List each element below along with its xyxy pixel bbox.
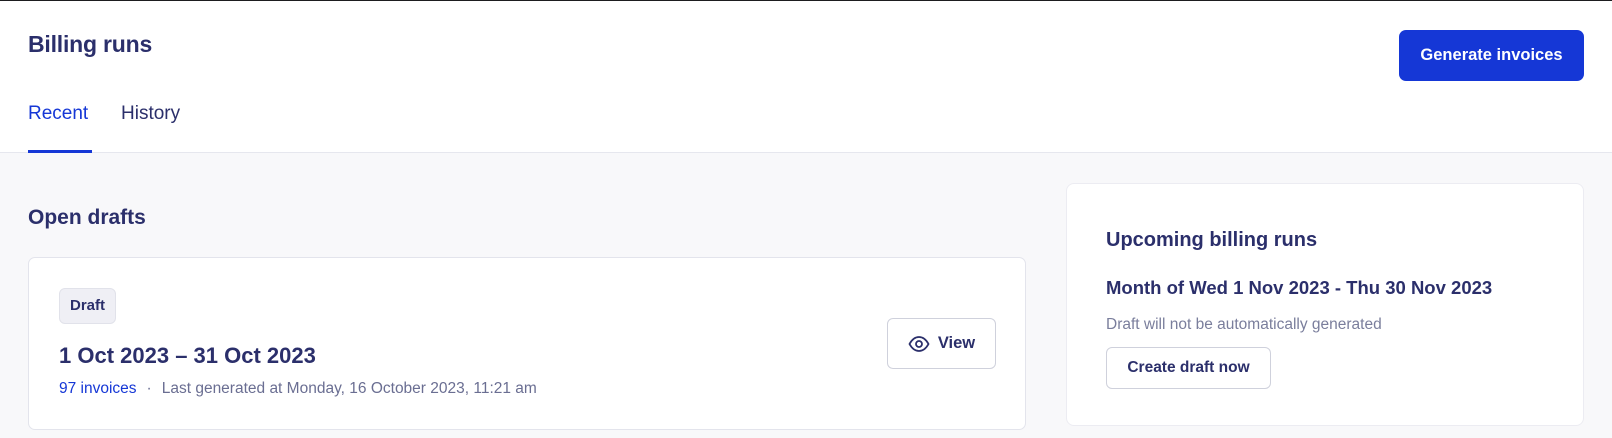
generate-invoices-button[interactable]: Generate invoices <box>1399 30 1584 81</box>
open-drafts-heading: Open drafts <box>28 206 146 229</box>
draft-meta: 97 invoices · Last generated at Monday, 16… <box>59 380 537 398</box>
create-draft-button[interactable]: Create draft now <box>1106 347 1271 389</box>
page-header: Billing runs Generate invoices Recent Hi… <box>0 0 1612 153</box>
meta-separator: · <box>146 380 152 397</box>
draft-card: Draft 1 Oct 2023 – 31 Oct 2023 97 invoic… <box>28 257 1026 430</box>
page-title: Billing runs <box>28 31 153 57</box>
active-tab-indicator <box>28 150 92 153</box>
upcoming-heading: Upcoming billing runs <box>1106 229 1318 251</box>
view-button[interactable]: View <box>887 318 996 369</box>
tab-recent[interactable]: Recent <box>28 103 88 125</box>
status-badge: Draft <box>59 288 117 324</box>
invoices-count-link[interactable]: 97 invoices <box>59 380 137 397</box>
tab-history[interactable]: History <box>121 103 180 125</box>
view-button-label: View <box>937 334 976 352</box>
upcoming-note: Draft will not be automatically generate… <box>1106 316 1382 333</box>
upcoming-month: Month of Wed 1 Nov 2023 - Thu 30 Nov 202… <box>1106 277 1493 298</box>
eye-icon <box>908 335 930 352</box>
upcoming-billing-card: Upcoming billing runs Month of Wed 1 Nov… <box>1066 183 1584 426</box>
last-generated-text: Last generated at Monday, 16 October 202… <box>161 380 537 397</box>
draft-date-range: 1 Oct 2023 – 31 Oct 2023 <box>59 343 316 368</box>
